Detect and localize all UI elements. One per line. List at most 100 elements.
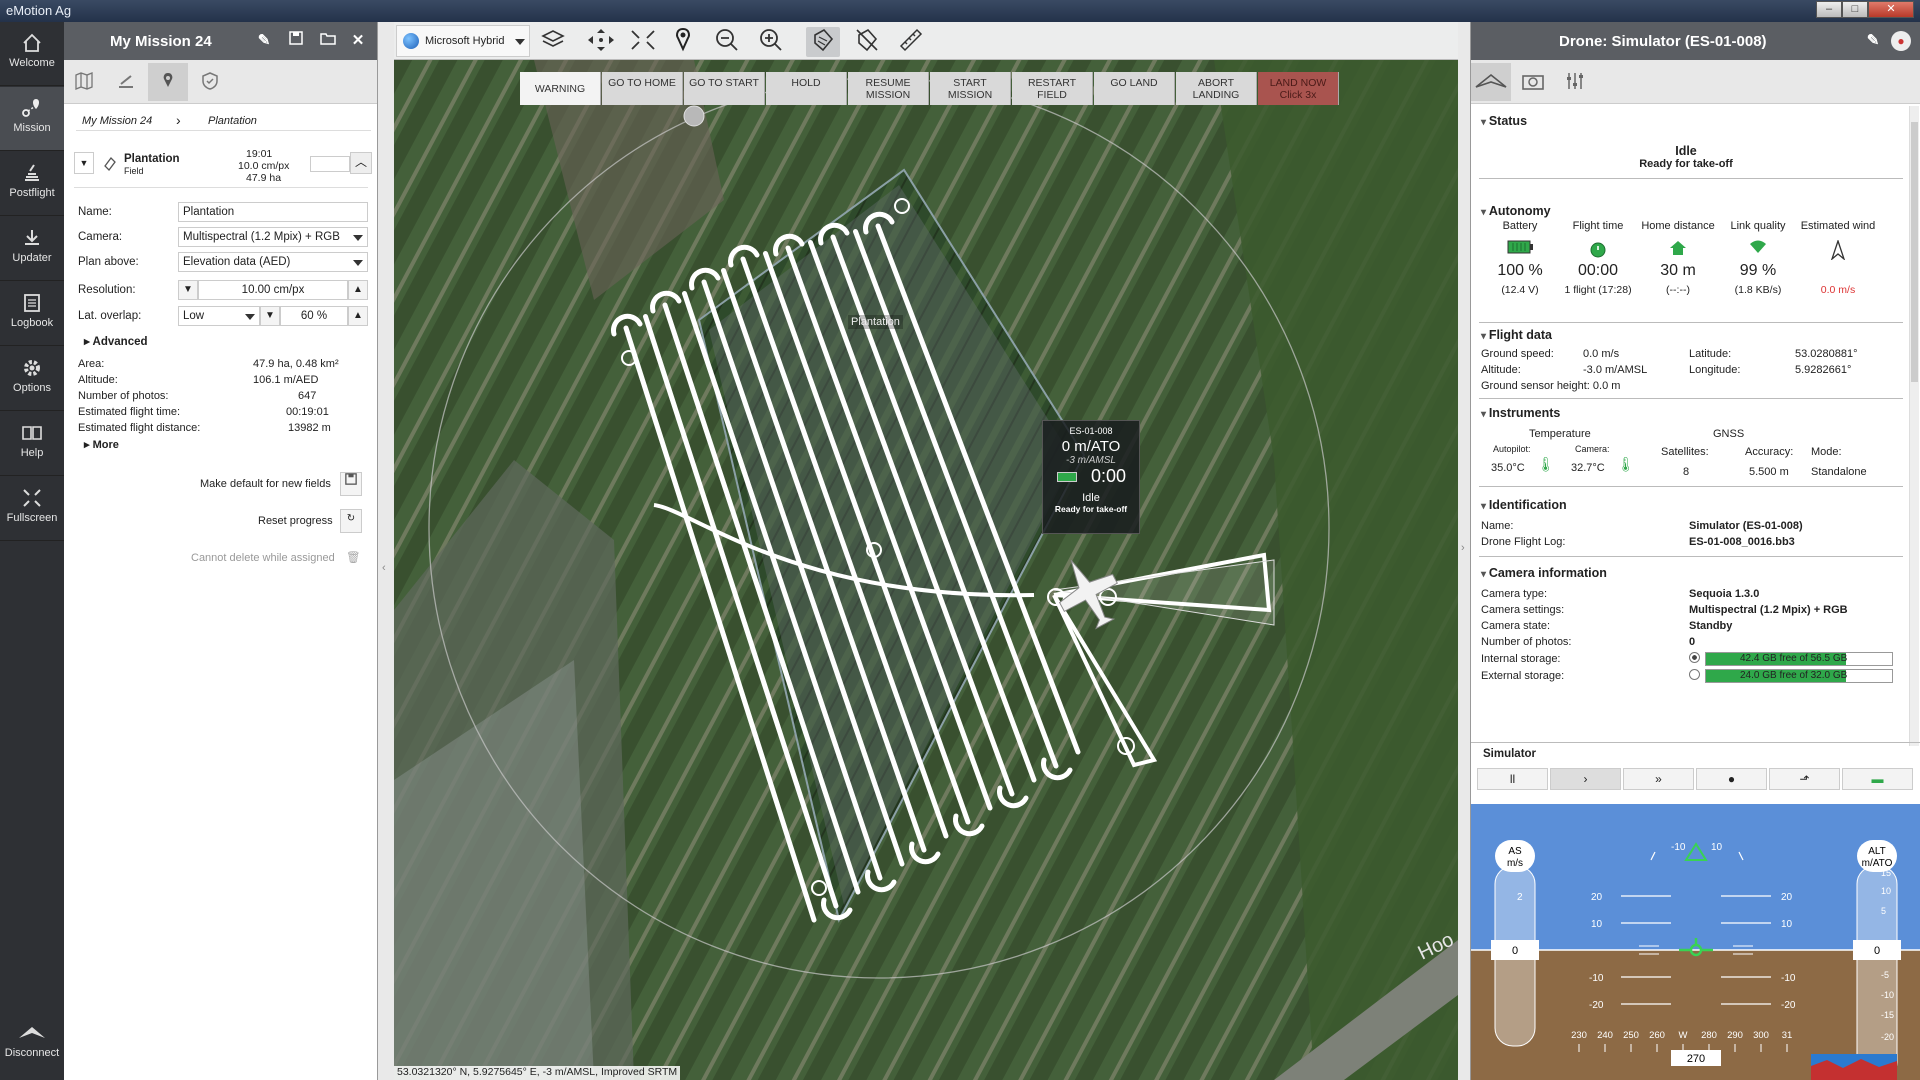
command-go-to-start-button[interactable]: GO TO START (684, 72, 765, 105)
breadcrumb-mission[interactable]: My Mission 24 (82, 115, 152, 127)
heading-tick-label: 230 (1571, 1030, 1587, 1041)
layers-button[interactable] (536, 27, 570, 57)
nav-fullscreen[interactable]: Fullscreen (0, 477, 64, 541)
right-splitter[interactable]: › (1458, 22, 1470, 1080)
palette-icon[interactable]: ● (1891, 31, 1911, 51)
command-hold-button[interactable]: HOLD (766, 72, 847, 105)
drone-tag[interactable]: ES-01-008 0 m/ATO -3 m/AMSL 0:00 Idle Re… (1042, 420, 1140, 534)
close-icon[interactable]: ✕ (348, 31, 368, 51)
sim-battery-button[interactable]: ▬ (1842, 768, 1913, 790)
name-input[interactable]: Plantation (178, 202, 368, 222)
command-warning-button[interactable]: WARNING (520, 72, 601, 105)
save-icon[interactable] (286, 31, 306, 51)
close-window-button[interactable]: ✕ (1868, 1, 1914, 18)
geofence-handle[interactable] (683, 105, 705, 127)
heading-tick-label: 240 (1597, 1030, 1613, 1041)
overlap-input[interactable]: 60 % (280, 306, 348, 326)
nav-disconnect[interactable]: Disconnect (0, 1012, 64, 1076)
advanced-toggle[interactable]: ▸ Advanced (84, 334, 148, 348)
basemap-select[interactable]: Microsoft Hybrid (396, 25, 530, 57)
nav-welcome[interactable]: Welcome (0, 22, 64, 86)
block-expand-button[interactable]: ▼ (74, 152, 94, 174)
edit-icon[interactable]: ✎ (1863, 31, 1883, 51)
command-start-mission-button[interactable]: START MISSION (930, 72, 1011, 105)
external-storage-radio[interactable] (1689, 669, 1700, 680)
overlap-decrease-button[interactable]: ▼ (260, 306, 280, 326)
pitch-label: -20 (1589, 1000, 1604, 1011)
camera-select[interactable]: Multispectral (1.2 Mpix) + RGB (178, 227, 368, 247)
command-go-land-button[interactable]: GO LAND (1094, 72, 1175, 105)
breadcrumb-block[interactable]: Plantation (208, 115, 257, 127)
nav-mission[interactable]: Mission (0, 87, 64, 151)
sim-play-button[interactable]: › (1550, 768, 1621, 790)
resolution-input[interactable]: 10.00 cm/px (198, 280, 348, 300)
make-default-button[interactable] (340, 472, 362, 496)
edit-icon[interactable]: ✎ (254, 31, 274, 51)
folder-icon[interactable] (318, 31, 338, 51)
altitude-tick-label: 5 (1881, 906, 1886, 916)
tab-drone-status[interactable] (1471, 63, 1511, 101)
nav-updater[interactable]: Updater (0, 217, 64, 281)
plan-above-select[interactable]: Elevation data (AED) (178, 252, 368, 272)
instruments-section-header[interactable]: Instruments (1481, 406, 1561, 420)
overlap-increase-button[interactable]: ▲ (348, 306, 368, 326)
status-section-header[interactable]: Status (1481, 114, 1527, 128)
sim-fast-forward-button[interactable]: » (1623, 768, 1694, 790)
altitude-tick-label: 15 (1881, 868, 1891, 878)
tab-settings[interactable] (1555, 63, 1595, 101)
zoom-out-button[interactable] (710, 27, 744, 57)
drone-header: Drone: Simulator (ES-01-008) ✎ ● (1471, 22, 1920, 60)
external-storage-label: External storage: (1481, 670, 1565, 682)
zoom-in-button[interactable] (754, 27, 788, 57)
scrollbar-thumb[interactable] (1911, 122, 1918, 382)
identification-section-header[interactable]: Identification (1481, 498, 1567, 512)
tab-map-view[interactable] (64, 63, 104, 101)
autonomy-value: 99 % (1739, 262, 1777, 279)
center-drone-button[interactable] (666, 27, 700, 57)
measure-button[interactable] (894, 27, 928, 57)
gnss-mode-label: Mode: (1811, 446, 1842, 458)
command-abort-landing-button[interactable]: ABORT LANDING (1176, 72, 1257, 105)
tab-camera[interactable] (1513, 63, 1553, 101)
command-go-to-home-button[interactable]: GO TO HOME (602, 72, 683, 105)
command-resume-mission-button[interactable]: RESUME MISSION (848, 72, 929, 105)
maximize-button[interactable]: □ (1842, 1, 1868, 18)
overlap-level-select[interactable]: Low (178, 306, 260, 326)
left-splitter[interactable]: ‹ (378, 22, 394, 1080)
autonomy-item-home-distance: Home distance 30 m (--:--) (1633, 220, 1723, 320)
sim-launch-button[interactable]: ⬏ (1769, 768, 1840, 790)
overlap-level-value: Low (183, 310, 205, 322)
map-view[interactable]: Hoo Plantation ES-01-008 0 m/ATO -3 m/AM… (394, 60, 1458, 1080)
command-land-now-click-3x-button[interactable]: LAND NOW Click 3x (1258, 72, 1339, 105)
more-toggle[interactable]: ▸ More (84, 438, 119, 451)
tab-blocks[interactable] (148, 63, 188, 101)
tab-safety[interactable] (190, 63, 230, 101)
camera-type-value: Sequoia 1.3.0 (1689, 588, 1760, 600)
command-restart-field-button[interactable]: RESTART FIELD (1012, 72, 1093, 105)
internal-storage-radio[interactable] (1689, 652, 1700, 663)
minimize-button[interactable]: – (1816, 1, 1842, 18)
camera-section-header[interactable]: Camera information (1481, 566, 1607, 580)
sim-location-button[interactable]: ● (1696, 768, 1767, 790)
advanced-label: Advanced (92, 336, 148, 348)
fit-mission-button[interactable] (584, 27, 618, 57)
nav-help[interactable]: Help (0, 412, 64, 476)
nav-postflight[interactable]: Postflight (0, 152, 64, 216)
block-collapse-button[interactable]: ︿ (350, 152, 372, 174)
autonomy-section-header[interactable]: Autonomy (1481, 204, 1551, 218)
reset-progress-button[interactable]: ↻ (340, 509, 362, 533)
hide-coverage-button[interactable] (850, 27, 884, 57)
resolution-increase-button[interactable]: ▲ (348, 280, 368, 300)
chevron-down-icon (353, 235, 363, 241)
nav-logbook[interactable]: Logbook (0, 282, 64, 346)
sim-pause-button[interactable]: ll (1477, 768, 1548, 790)
drone-scrollbar[interactable] (1909, 106, 1919, 746)
show-coverage-button[interactable] (806, 27, 840, 57)
fit-drone-button[interactable] (626, 27, 660, 57)
tab-takeoff[interactable] (106, 63, 146, 101)
make-default-label: Make default for new fields (200, 478, 331, 490)
resolution-decrease-button[interactable]: ▼ (178, 280, 198, 300)
flight-data-section-header[interactable]: Flight data (1481, 328, 1552, 342)
nav-label: Postflight (9, 187, 55, 199)
nav-options[interactable]: Options (0, 347, 64, 411)
